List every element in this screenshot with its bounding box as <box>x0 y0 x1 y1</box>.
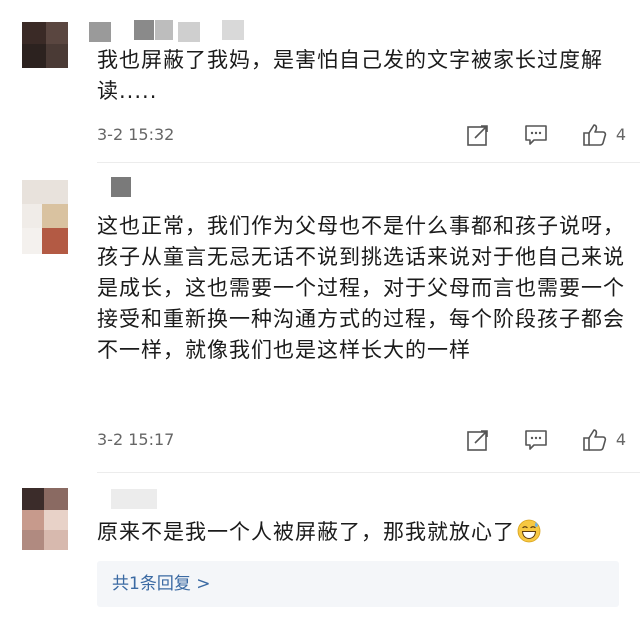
reply-summary-bar[interactable]: 共1条回复 > <box>97 561 619 607</box>
action-bar: 4 <box>466 123 626 147</box>
comment-footer: 3-2 15:17 4 <box>97 428 626 452</box>
avatar[interactable] <box>22 180 68 254</box>
comment-icon[interactable] <box>524 428 548 452</box>
view-replies-link[interactable]: 共1条回复 > <box>112 572 210 596</box>
comment-item: 我也屏蔽了我妈，是害怕自己发的文字被家长过度解读..... 3-2 15:32 … <box>0 0 640 160</box>
comment-item: 这也正常，我们作为父母也不是什么事都和孩子说呀，孩子从童言无忌无话不说到挑选话来… <box>0 163 640 473</box>
comment-item: 原来不是我一个人被屏蔽了，那我就放心了 共1条回复 > <box>0 473 640 621</box>
comment-footer: 3-2 15:32 4 <box>97 123 626 147</box>
timestamp: 3-2 15:32 <box>97 125 175 144</box>
avatar[interactable] <box>22 488 68 550</box>
comment-icon[interactable] <box>524 123 548 147</box>
avatar[interactable] <box>22 22 68 68</box>
comment-text: 这也正常，我们作为父母也不是什么事都和孩子说呀，孩子从童言无忌无话不说到挑选话来… <box>97 214 625 362</box>
comment-text: 我也屏蔽了我妈，是害怕自己发的文字被家长过度解读..... <box>97 48 603 103</box>
action-bar: 4 <box>466 428 626 452</box>
grinning-sweat-emoji <box>517 519 541 543</box>
timestamp: 3-2 15:17 <box>97 430 175 449</box>
like-count: 4 <box>615 125 626 144</box>
repost-icon[interactable] <box>466 123 490 147</box>
comment-text: 原来不是我一个人被屏蔽了，那我就放心了 <box>97 517 626 548</box>
comment-text-content: 原来不是我一个人被屏蔽了，那我就放心了 <box>97 520 515 544</box>
like-icon[interactable] <box>582 428 608 452</box>
like-icon[interactable] <box>582 123 608 147</box>
like-count: 4 <box>615 430 626 449</box>
repost-icon[interactable] <box>466 428 490 452</box>
